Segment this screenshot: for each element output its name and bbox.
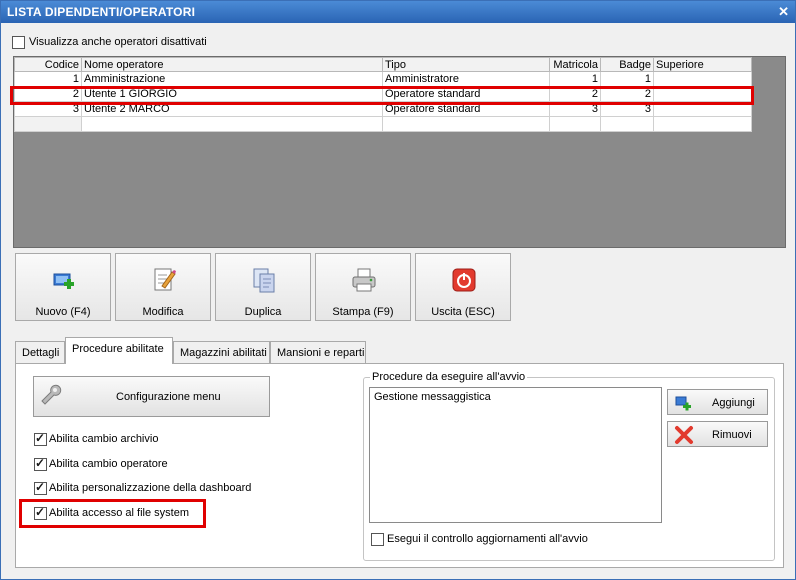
startup-procedures-list[interactable]: Gestione messaggistica [369,387,662,523]
new-row-cell [653,116,752,132]
tab-magazzini-abilitati[interactable]: Magazzini abilitati [173,341,270,363]
tab-mansioni-reparti[interactable]: Mansioni e reparti [270,341,366,363]
option-checkbox-cambio-operatore[interactable] [34,456,47,471]
new-button-label: Nuovo (F4) [35,306,91,318]
operators-window: LISTA DIPENDENTI/OPERATORI ✕ Visualizza … [0,0,796,580]
option-label: Abilita cambio archivio [49,433,159,445]
remove-button[interactable]: Rimuovi [667,421,768,447]
new-row-cell [549,116,601,132]
edit-button[interactable]: Modifica [115,253,211,321]
option-checkbox-dashboard[interactable] [34,480,47,495]
cell-codice: 1 [14,71,82,87]
duplicate-icon [253,268,275,293]
edit-document-icon [154,268,176,291]
add-button[interactable]: Aggiungi [667,389,768,415]
startup-group-legend: Procedure da eseguire all'avvio [370,371,528,383]
edit-button-label: Modifica [142,306,184,318]
column-header-nome[interactable]: Nome operatore [81,57,383,72]
new-button[interactable]: Nuovo (F4) [15,253,111,321]
add-button-label: Aggiungi [712,397,755,409]
column-header-codice[interactable]: Codice [14,57,82,72]
config-menu-button[interactable]: Configurazione menu [33,376,270,417]
row-highlight-frame [10,86,754,105]
printer-icon [352,268,376,292]
update-check-label: Esegui il controllo aggiornamenti all'av… [387,533,588,545]
config-menu-label: Configurazione menu [116,391,221,403]
show-disabled-label: Visualizza anche operatori disattivati [29,36,207,48]
power-icon [452,268,476,292]
column-header-badge[interactable]: Badge [600,57,654,72]
wrench-icon [41,384,62,405]
column-header-tipo[interactable]: Tipo [382,57,550,72]
option-label: Abilita cambio operatore [49,458,168,470]
table-row[interactable]: 1 Amministrazione Amministratore 1 1 [14,71,752,87]
tab-dettagli[interactable]: Dettagli [15,341,65,363]
cell-tipo: Amministratore [382,71,550,87]
new-user-icon [53,273,74,289]
exit-button-label: Uscita (ESC) [431,306,495,318]
column-header-superiore[interactable]: Superiore [653,57,752,72]
cell-badge: 1 [600,71,654,87]
cell-matricola: 1 [549,71,601,87]
column-header-matricola[interactable]: Matricola [549,57,601,72]
option-checkbox-cambio-archivio[interactable] [34,431,47,446]
cell-superiore [653,71,752,87]
new-row-cell [600,116,654,132]
new-row-cell [81,116,383,132]
title-bar: LISTA DIPENDENTI/OPERATORI ✕ [1,1,795,23]
new-row[interactable] [14,116,752,132]
add-icon [675,396,691,411]
exit-button[interactable]: Uscita (ESC) [415,253,511,321]
new-row-cell [14,116,82,132]
close-icon[interactable]: ✕ [778,4,789,20]
print-button-label: Stampa (F9) [332,306,394,318]
update-check-checkbox[interactable] [371,533,384,546]
option-highlight-frame [19,499,206,528]
window-title: LISTA DIPENDENTI/OPERATORI [7,5,196,19]
list-item[interactable]: Gestione messaggistica [374,391,491,403]
cell-nome: Amministrazione [81,71,383,87]
show-disabled-checkbox[interactable] [12,36,25,49]
remove-x-icon [675,426,693,444]
grid-header-row: Codice Nome operatore Tipo Matricola Bad… [14,57,752,72]
tab-procedure-abilitate[interactable]: Procedure abilitate [65,337,173,364]
duplicate-button[interactable]: Duplica [215,253,311,321]
new-row-cell [382,116,550,132]
duplicate-button-label: Duplica [244,306,282,318]
print-button[interactable]: Stampa (F9) [315,253,411,321]
operators-grid[interactable]: Codice Nome operatore Tipo Matricola Bad… [13,56,786,248]
option-label: Abilita personalizzazione della dashboar… [49,482,252,494]
remove-button-label: Rimuovi [712,429,752,441]
